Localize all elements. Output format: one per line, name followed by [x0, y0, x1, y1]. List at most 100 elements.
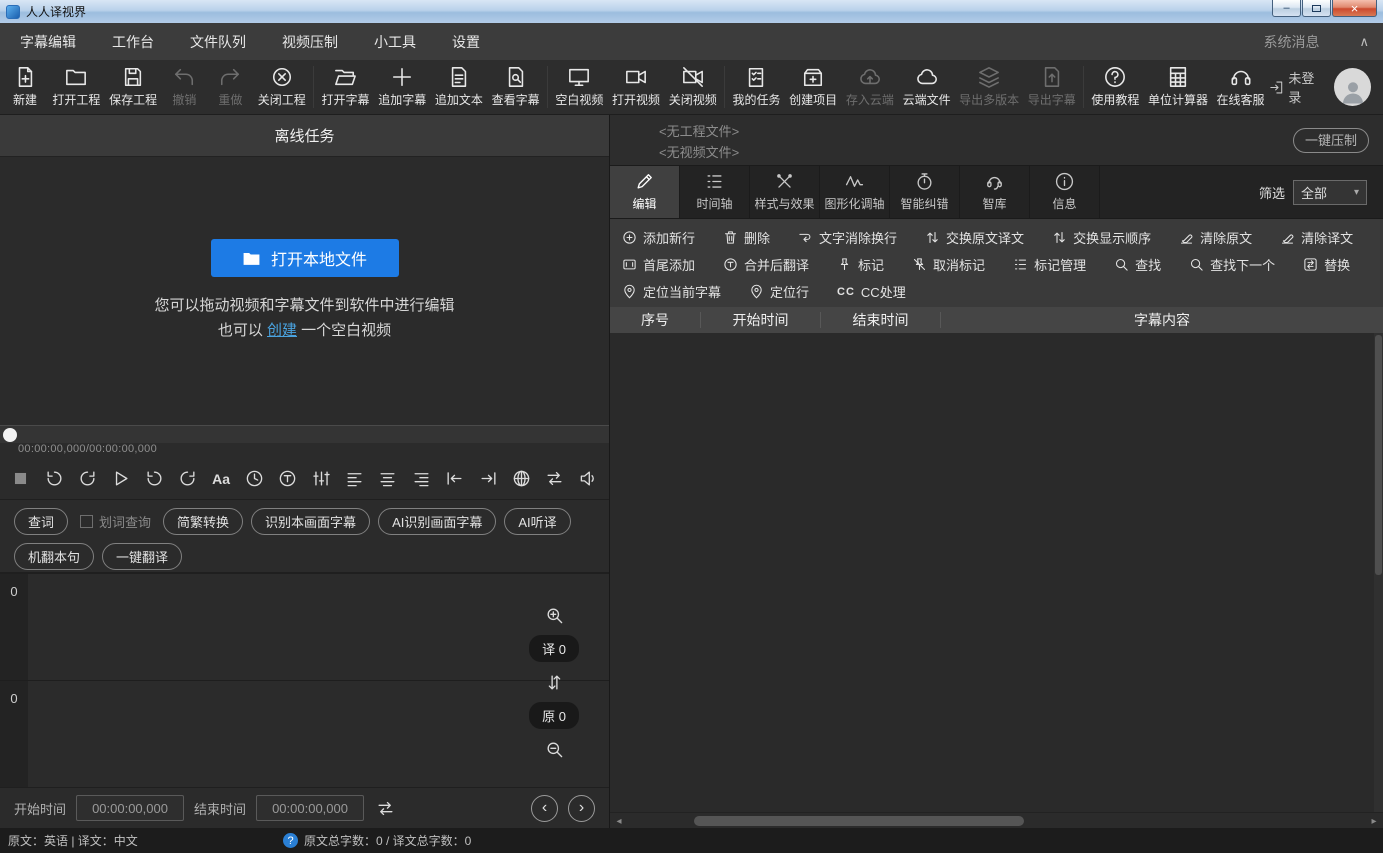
rotate-right-button[interactable]	[77, 468, 98, 490]
adjust-sliders-button[interactable]	[311, 468, 332, 490]
add-row-action[interactable]: 添加新行	[622, 228, 695, 247]
ai-listen-button[interactable]: AI听译	[504, 508, 570, 535]
system-messages-link[interactable]: 系统消息	[1263, 32, 1319, 52]
clear-source-action[interactable]: 清除原文	[1179, 228, 1252, 247]
duration-button[interactable]	[244, 468, 265, 490]
stop-button[interactable]	[10, 468, 31, 490]
view-subtitle-button[interactable]: 查看字幕	[487, 62, 544, 112]
zoom-out-button[interactable]	[543, 738, 565, 760]
find-next-action[interactable]: 查找下一个	[1189, 255, 1275, 274]
maximize-button[interactable]	[1302, 0, 1331, 17]
close-video-button[interactable]: 关闭视频	[664, 62, 721, 112]
lookup-word-button[interactable]: 查词	[14, 508, 68, 535]
align-left-button[interactable]	[344, 468, 365, 490]
tutorial-button[interactable]: 使用教程	[1087, 62, 1144, 112]
swap-button[interactable]	[544, 468, 565, 490]
scroll-right-arrow-icon[interactable]: ▸	[1367, 814, 1381, 828]
tab-timeline[interactable]: 时间轴	[680, 166, 750, 218]
avatar[interactable]	[1334, 68, 1371, 106]
start-time-field[interactable]: 00:00:00,000	[76, 795, 184, 821]
tab-knowledge-base[interactable]: 智库	[960, 166, 1030, 218]
open-subtitle-button[interactable]: 打开字幕	[317, 62, 374, 112]
video-drop-zone[interactable]: 打开本地文件 您可以拖动视频和字幕文件到软件中进行编辑 也可以 创建 一个空白视…	[0, 157, 609, 425]
open-video-button[interactable]: 打开视频	[608, 62, 665, 112]
column-header-end-time[interactable]: 结束时间	[820, 312, 940, 328]
rotate-left-button[interactable]	[43, 468, 64, 490]
loop-forward-button[interactable]	[177, 468, 198, 490]
replace-action[interactable]: 替换	[1303, 255, 1350, 274]
horizontal-scrollbar-thumb[interactable]	[694, 816, 1024, 826]
delete-action[interactable]: 删除	[723, 228, 770, 247]
align-center-button[interactable]	[377, 468, 398, 490]
append-text-button[interactable]: 追加文本	[431, 62, 488, 112]
tab-waveform-adjust[interactable]: 图形化调轴	[820, 166, 890, 218]
redo-button[interactable]: 重做	[207, 62, 253, 112]
menu-item-subtitle-edit[interactable]: 字幕编辑	[14, 28, 82, 56]
open-project-button[interactable]: 打开工程	[48, 62, 105, 112]
subtitle-table-body[interactable]	[610, 333, 1383, 812]
merge-translate-action[interactable]: 合并后翻译	[723, 255, 809, 274]
swap-times-button[interactable]	[374, 797, 396, 819]
filter-select[interactable]: 全部 ▾	[1293, 180, 1367, 205]
clear-target-action[interactable]: 清除译文	[1280, 228, 1353, 247]
help-icon[interactable]: ?	[283, 833, 298, 848]
cc-process-action[interactable]: CCCC处理	[837, 282, 906, 301]
menu-item-file-queue[interactable]: 文件队列	[184, 28, 252, 56]
column-header-content[interactable]: 字幕内容	[940, 312, 1383, 328]
remove-linebreak-action[interactable]: 文字消除换行	[798, 228, 897, 247]
jump-to-end-button[interactable]	[477, 468, 498, 490]
swap-display-order-action[interactable]: 交换显示顺序	[1052, 228, 1151, 247]
chevron-up-icon[interactable]: ∧	[1359, 34, 1369, 50]
target-text-area[interactable]	[28, 574, 609, 680]
column-header-index[interactable]: 序号	[610, 312, 700, 328]
find-action[interactable]: 查找	[1114, 255, 1161, 274]
timeline-scrubber[interactable]	[0, 425, 609, 443]
vertical-scrollbar-thumb[interactable]	[1375, 335, 1382, 575]
zoom-in-button[interactable]	[543, 604, 565, 626]
timeline-scrubber-handle[interactable]	[3, 428, 17, 442]
calculator-button[interactable]: 单位计算器	[1144, 62, 1212, 112]
save-to-cloud-button[interactable]: 存入云端	[842, 62, 899, 112]
next-subtitle-button[interactable]: ›	[568, 795, 595, 822]
new-project-button[interactable]: 新建	[2, 62, 48, 112]
font-size-button[interactable]: Aa	[210, 468, 231, 490]
source-text-area[interactable]	[28, 681, 609, 787]
target-text-pane[interactable]: 0	[0, 574, 609, 681]
ocr-frame-button[interactable]: 识别本画面字幕	[251, 508, 370, 535]
export-versions-button[interactable]: 导出多版本	[955, 62, 1023, 112]
swap-source-target-action[interactable]: 交换原文译文	[925, 228, 1024, 247]
create-project-button[interactable]: 创建项目	[785, 62, 842, 112]
menu-item-tools[interactable]: 小工具	[368, 28, 422, 56]
previous-subtitle-button[interactable]: ‹	[531, 795, 558, 822]
unmark-action[interactable]: 取消标记	[912, 255, 985, 274]
cloud-files-button[interactable]: 云端文件	[898, 62, 955, 112]
column-header-start-time[interactable]: 开始时间	[700, 312, 820, 328]
mark-manage-action[interactable]: 标记管理	[1013, 255, 1086, 274]
horizontal-scrollbar[interactable]: ◂ ▸	[610, 812, 1383, 828]
locate-row-action[interactable]: 定位行	[749, 282, 809, 301]
close-project-button[interactable]: 关闭工程	[253, 62, 310, 112]
play-button[interactable]	[110, 468, 131, 490]
save-project-button[interactable]: 保存工程	[105, 62, 162, 112]
ai-ocr-button[interactable]: AI识别画面字幕	[378, 508, 496, 535]
end-time-field[interactable]: 00:00:00,000	[256, 795, 364, 821]
tab-info[interactable]: 信息	[1030, 166, 1100, 218]
jump-to-start-button[interactable]	[444, 468, 465, 490]
tab-edit[interactable]: 编辑	[610, 166, 680, 218]
close-button[interactable]: ×	[1332, 0, 1377, 17]
tab-smart-check[interactable]: 智能纠错	[890, 166, 960, 218]
volume-button[interactable]	[578, 468, 599, 490]
online-support-button[interactable]: 在线客服	[1212, 62, 1269, 112]
simplified-traditional-button[interactable]: 简繁转换	[163, 508, 243, 535]
append-subtitle-button[interactable]: 追加字幕	[374, 62, 431, 112]
align-right-button[interactable]	[411, 468, 432, 490]
translate-all-button[interactable]: 一键翻译	[102, 543, 182, 570]
tab-style-effects[interactable]: 样式与效果	[750, 166, 820, 218]
menu-item-video-compress[interactable]: 视频压制	[276, 28, 344, 56]
menu-item-workbench[interactable]: 工作台	[106, 28, 160, 56]
menu-item-settings[interactable]: 设置	[446, 28, 486, 56]
source-text-pane[interactable]: 0	[0, 681, 609, 787]
open-local-file-button[interactable]: 打开本地文件	[211, 239, 399, 277]
export-subtitle-button[interactable]: 导出字幕	[1023, 62, 1080, 112]
my-tasks-button[interactable]: 我的任务	[728, 62, 785, 112]
